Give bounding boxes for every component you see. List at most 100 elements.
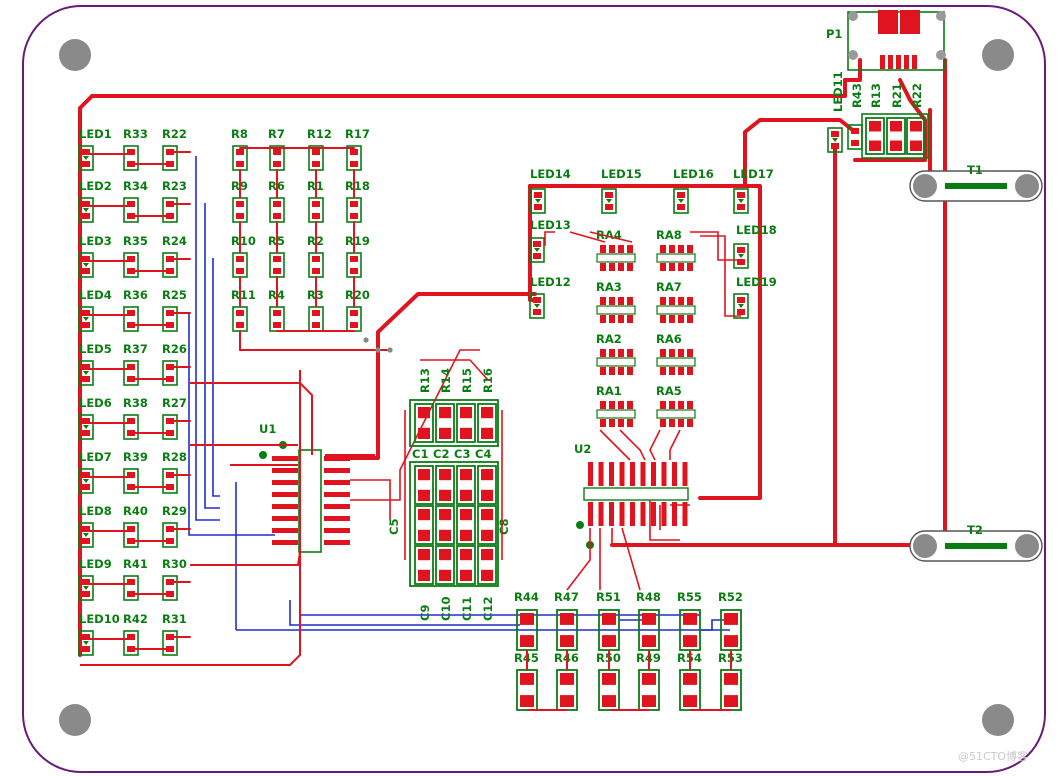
resistor-pad [642, 613, 656, 625]
u1-pin [272, 456, 298, 461]
u2-pin [640, 462, 646, 486]
resistor-array-pad [609, 245, 615, 253]
resistor-array-label: RA3 [596, 280, 622, 294]
resistor-array-pad [627, 315, 633, 323]
resistor-pad [683, 635, 697, 647]
resistor-array-pad [687, 419, 693, 427]
p1-hole [936, 11, 946, 21]
resistor-pad [273, 256, 281, 262]
resistor-array-pad [600, 297, 606, 305]
led-label: LED18 [736, 223, 777, 237]
u2-pin [651, 462, 656, 486]
resistor-array-pad [627, 367, 633, 375]
led-label: LED16 [673, 167, 714, 181]
led-marker [83, 586, 89, 590]
u2-pin [640, 502, 646, 526]
led-marker [83, 263, 89, 267]
resistor-label: R52 [718, 590, 743, 604]
resistor-pad [236, 201, 244, 207]
resistor-label: R10 [231, 234, 256, 248]
led-label: LED4 [79, 288, 112, 302]
u2-pin [630, 502, 635, 526]
resistor-pad [273, 322, 281, 328]
resistor-array-pad [669, 401, 675, 409]
resistor-pad [560, 613, 574, 625]
resistor-pad [869, 140, 881, 151]
resistor-pad [312, 310, 320, 316]
resistor-label: R22 [162, 127, 187, 141]
u1-pin [324, 516, 350, 521]
led-label: LED17 [733, 167, 774, 181]
resistor-pad [481, 407, 493, 419]
resistor-pad [350, 256, 358, 262]
capacitor-pad [481, 469, 493, 481]
u1-pin [324, 480, 350, 485]
resistor-label: R48 [636, 590, 661, 604]
led-label: LED10 [79, 612, 120, 626]
led-label: LED7 [79, 450, 112, 464]
capacitor-label: C2 [433, 447, 449, 461]
led-marker [83, 208, 89, 212]
resistor-array-pad [609, 297, 615, 305]
resistor-array-pad [660, 297, 666, 305]
u2-pin [661, 462, 667, 486]
resistor-pad [312, 149, 320, 155]
resistor-label: R51 [596, 590, 621, 604]
u1-pin [324, 540, 350, 545]
resistor-label: R13 [418, 368, 432, 393]
resistor-array-pad [678, 315, 684, 323]
capacitor-pad [460, 529, 472, 541]
resistor-pad [560, 695, 574, 707]
resistor-array-pad [669, 367, 675, 375]
led-label: LED14 [530, 167, 571, 181]
p1-hole [848, 11, 858, 21]
resistor-array-pad [618, 245, 624, 253]
resistor-array-pad [600, 367, 606, 375]
resistor-pad [724, 635, 738, 647]
resistor-pad [350, 322, 358, 328]
resistor-pad [439, 407, 451, 419]
resistor-array-pad [678, 263, 684, 271]
resistor-array-pad [627, 401, 633, 409]
led-pad [737, 309, 745, 315]
resistor-array-pad [660, 245, 666, 253]
resistor-pad [418, 407, 430, 419]
resistor-array-pad [678, 401, 684, 409]
led-label: LED5 [79, 342, 112, 356]
resistor-array-pad [660, 401, 666, 409]
resistor-array-pad [678, 297, 684, 305]
resistor-array-pad [600, 349, 606, 357]
u1-pin [272, 504, 298, 509]
resistor-array-label: RA5 [656, 384, 682, 398]
p1-pin [880, 55, 885, 69]
led-label: LED19 [736, 275, 777, 289]
mounting-hole [59, 39, 91, 71]
capacitor-label: C11 [460, 597, 474, 621]
resistor-array-pad [678, 245, 684, 253]
mounting-hole [982, 39, 1014, 71]
resistor-pad [312, 322, 320, 328]
p1-pin [912, 55, 917, 69]
resistor-array-label: RA6 [656, 332, 682, 346]
resistor-label: R20 [345, 288, 370, 302]
p1-pin [888, 55, 893, 69]
led-marker [534, 304, 540, 308]
resistor-label: R33 [123, 127, 148, 141]
resistor-array-pad [660, 315, 666, 323]
test-pad-label: T1 [967, 163, 983, 177]
resistor-pad [273, 268, 281, 274]
u2-pin [598, 462, 604, 486]
u1-pin [272, 468, 298, 473]
resistor-label: R23 [162, 179, 187, 193]
u1-pin [272, 516, 298, 521]
resistor-label: R22 [910, 83, 924, 108]
resistor-label: R24 [162, 234, 187, 248]
u2-pin [651, 502, 656, 526]
u2-pin [609, 502, 614, 526]
resistor-array-label: RA2 [596, 332, 622, 346]
resistor-label: R47 [554, 590, 579, 604]
resistor-pad [642, 695, 656, 707]
resistor-label: R12 [307, 127, 332, 141]
capacitor-pad [481, 529, 493, 541]
led-marker [83, 371, 89, 375]
